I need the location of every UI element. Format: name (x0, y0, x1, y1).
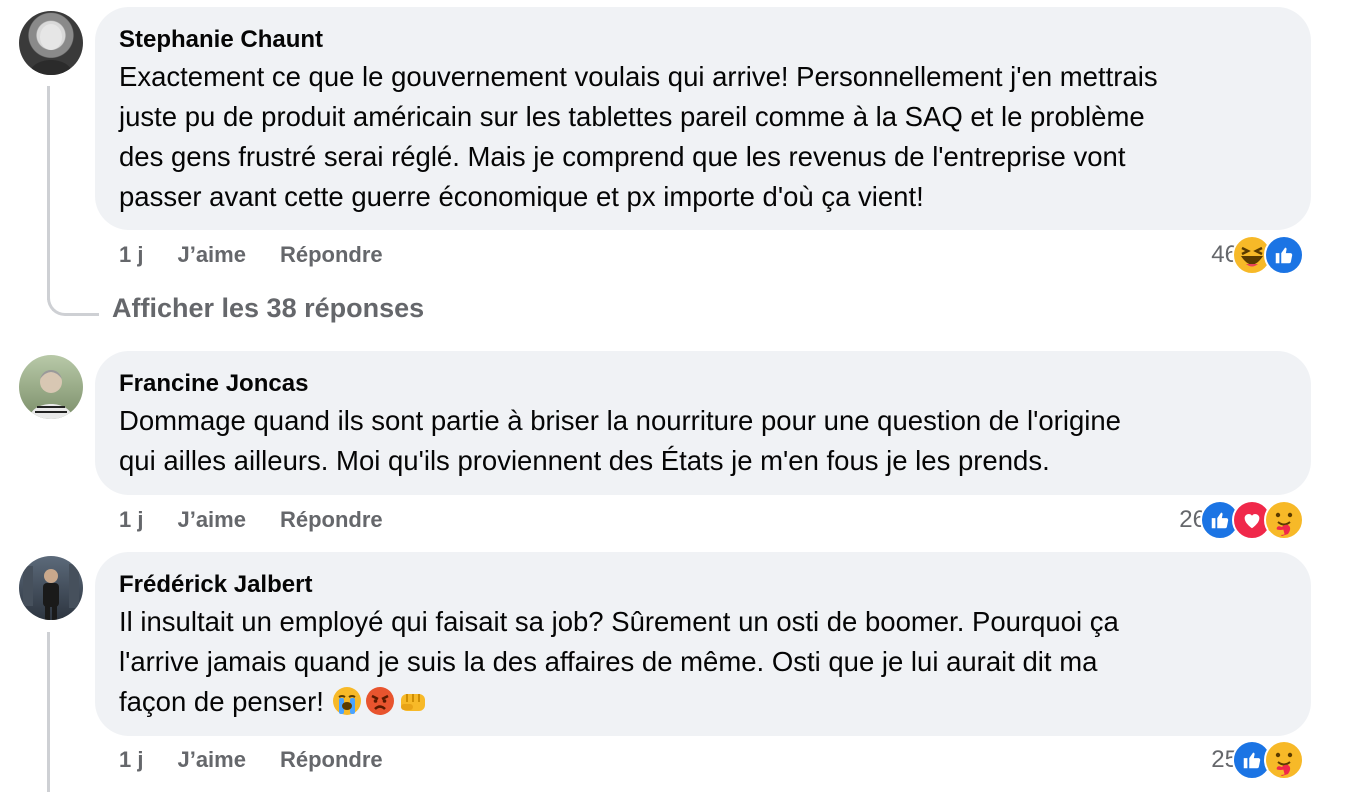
comment-actions: 1 j J’aime Répondre (119, 240, 383, 270)
like-button[interactable]: J’aime (177, 507, 246, 533)
angry-face-emoji (365, 686, 395, 716)
avatar-photo-icon (29, 370, 73, 419)
comment-text: Dommage quand ils sont partie à briser l… (119, 405, 1121, 476)
comment-bubble: Frédérick Jalbert Il insultait un employ… (95, 552, 1311, 736)
loudly-crying-face-emoji (332, 686, 362, 716)
comment-timestamp[interactable]: 1 j (119, 507, 143, 533)
oncoming-fist-emoji (398, 686, 428, 716)
comment-actions: 1 j J’aime Répondre (119, 505, 383, 535)
comment-actions: 1 j J’aime Répondre (119, 745, 383, 775)
reply-button[interactable]: Répondre (280, 242, 383, 268)
comment-timestamp[interactable]: 1 j (119, 747, 143, 773)
reaction-summary[interactable]: 26 (1179, 500, 1304, 540)
thread-line (47, 86, 50, 300)
avatar-photo-icon (29, 24, 73, 75)
comment-text: Exactement ce que le gouvernement voulai… (119, 61, 1158, 212)
like-button[interactable]: J’aime (177, 242, 246, 268)
reply-button[interactable]: Répondre (280, 507, 383, 533)
like-button[interactable]: J’aime (177, 747, 246, 773)
avatar[interactable] (19, 11, 83, 75)
reply-button[interactable]: Répondre (280, 747, 383, 773)
comment-author[interactable]: Frédérick Jalbert (119, 570, 1287, 600)
reaction-summary[interactable]: 46 (1211, 235, 1304, 275)
care-icon (1264, 500, 1304, 540)
thread-line-bottom (47, 632, 50, 792)
comment-author[interactable]: Stephanie Chaunt (119, 25, 1287, 55)
view-replies-link[interactable]: Afficher les 38 réponses (112, 293, 424, 324)
comment-text-body: Il insultait un employé qui faisait sa j… (119, 606, 1119, 717)
avatar[interactable] (19, 556, 83, 620)
thread-line-curve (47, 296, 99, 316)
reaction-summary[interactable]: 25 (1211, 740, 1304, 780)
comment-timestamp[interactable]: 1 j (119, 242, 143, 268)
care-icon (1264, 740, 1304, 780)
like-icon (1264, 235, 1304, 275)
comment-author[interactable]: Francine Joncas (119, 369, 1287, 399)
comment-bubble: Stephanie Chaunt Exactement ce que le go… (95, 7, 1311, 230)
comment-bubble: Francine Joncas Dommage quand ils sont p… (95, 351, 1311, 495)
avatar-photo-icon (23, 564, 79, 620)
avatar[interactable] (19, 355, 83, 419)
comment-text: Il insultait un employé qui faisait sa j… (119, 602, 1287, 722)
